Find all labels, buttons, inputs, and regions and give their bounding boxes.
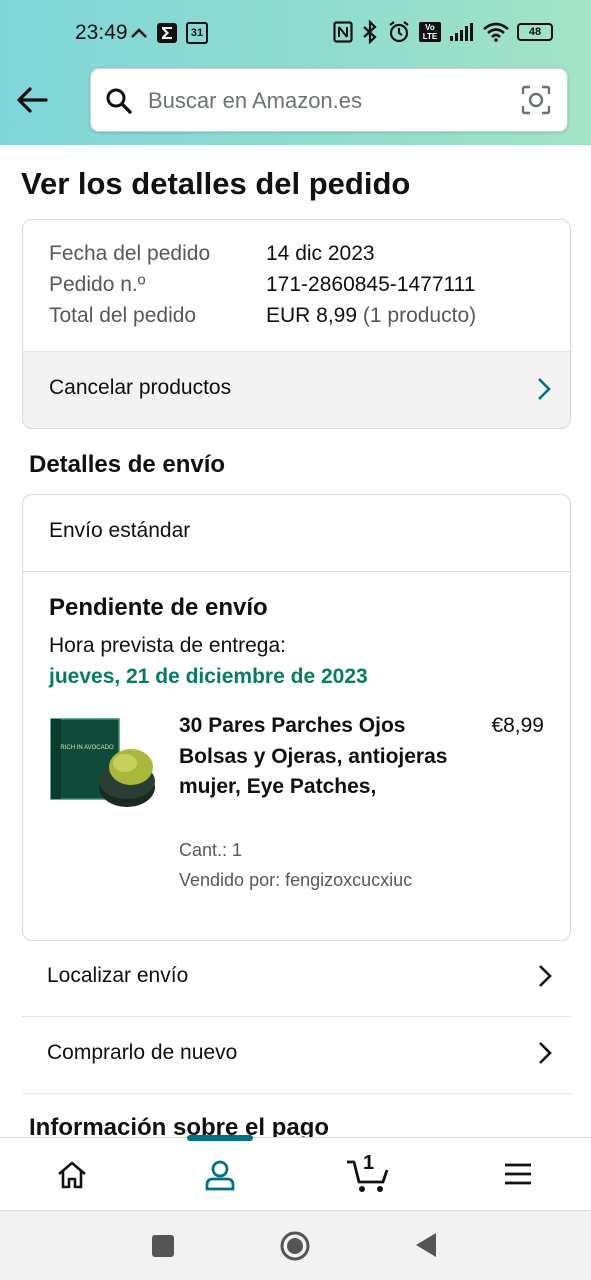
order-number-label: Pedido n.º bbox=[49, 273, 146, 296]
order-number-value: 171-2860845-1477111 bbox=[266, 273, 476, 296]
delivery-estimate-label: Hora prevista de entrega: bbox=[49, 634, 286, 657]
system-navigation-bar bbox=[0, 1210, 591, 1280]
divider bbox=[23, 571, 570, 572]
cart-count-badge: 1 bbox=[363, 1152, 375, 1174]
product-price: €8,99 bbox=[491, 714, 544, 737]
order-date-label: Fecha del pedido bbox=[49, 242, 211, 265]
buy-again-label: Comprarlo de nuevo bbox=[47, 1041, 238, 1064]
home-icon bbox=[58, 1161, 86, 1189]
thumbnail-text: RICH IN AVOCADO bbox=[60, 745, 114, 751]
calendar-icon: 31 bbox=[186, 22, 208, 44]
delivery-estimate-date: jueves, 21 de diciembre de 2023 bbox=[49, 665, 368, 688]
order-date-row: Fecha del pedido 14 dic 2023 bbox=[49, 242, 375, 266]
account-icon bbox=[205, 1160, 235, 1191]
search-bar[interactable]: Buscar en Amazon.es bbox=[90, 68, 568, 132]
tab-account[interactable] bbox=[175, 1138, 265, 1211]
order-total-label: Total del pedido bbox=[49, 304, 197, 327]
square-icon bbox=[152, 1235, 174, 1257]
chevron-right-icon bbox=[539, 965, 552, 987]
chevron-right-icon bbox=[538, 378, 551, 400]
order-summary-card: Fecha del pedido 14 dic 2023 Pedido n.º … bbox=[22, 219, 571, 429]
nfc-icon bbox=[333, 21, 353, 43]
chevron-right-icon bbox=[539, 1042, 552, 1064]
tab-menu[interactable] bbox=[473, 1138, 563, 1211]
track-package-button[interactable]: Localizar envío bbox=[22, 941, 571, 1017]
bluetooth-icon bbox=[363, 20, 377, 44]
shipment-status: Pendiente de envío bbox=[49, 594, 268, 621]
back-button[interactable] bbox=[14, 82, 54, 118]
back-system-button[interactable] bbox=[414, 1231, 438, 1264]
product-thumbnail[interactable]: RICH IN AVOCADO bbox=[49, 715, 157, 815]
status-time: 23:49 bbox=[75, 21, 128, 44]
triangle-back-icon bbox=[416, 1233, 436, 1257]
product-quantity: Cant.: 1 bbox=[179, 840, 243, 860]
signal-icon bbox=[450, 23, 473, 41]
page-title: Ver los detalles del pedido bbox=[21, 166, 411, 201]
camera-icon[interactable] bbox=[521, 85, 551, 115]
recents-button[interactable] bbox=[151, 1234, 175, 1263]
bottom-navigation: 1 bbox=[0, 1135, 591, 1211]
shipping-method: Envío estándar bbox=[49, 519, 191, 542]
volte-icon: Vo LTE bbox=[419, 22, 441, 42]
alarm-icon bbox=[389, 21, 409, 43]
buy-again-button[interactable]: Comprarlo de nuevo bbox=[22, 1018, 571, 1094]
order-total-row: Total del pedido EUR 8,99 (1 producto) bbox=[49, 304, 476, 328]
search-input[interactable]: Buscar en Amazon.es bbox=[148, 88, 362, 114]
order-date-value: 14 dic 2023 bbox=[266, 242, 375, 265]
product-name-link[interactable]: 30 Pares Parches Ojos Bolsas y Ojeras, a… bbox=[179, 711, 459, 803]
cancel-products-button[interactable]: Cancelar productos bbox=[23, 351, 570, 428]
shipment-card: Envío estándar Pendiente de envío Hora p… bbox=[22, 494, 571, 941]
wifi-icon bbox=[483, 22, 509, 42]
chevron-up-icon bbox=[131, 28, 147, 38]
tab-home[interactable] bbox=[26, 1138, 116, 1211]
status-bar: 23:49 31 Vo LTE 48 bbox=[0, 0, 591, 66]
product-seller: Vendido por: fengizoxcucxiuc bbox=[179, 870, 413, 890]
search-icon[interactable] bbox=[105, 87, 133, 115]
shipping-section-title: Detalles de envío bbox=[29, 451, 226, 478]
circle-icon bbox=[280, 1231, 310, 1261]
order-total-value: EUR 8,99 bbox=[266, 304, 358, 327]
track-package-label: Localizar envío bbox=[47, 964, 189, 987]
order-total-count: (1 producto) bbox=[362, 304, 477, 327]
back-arrow-icon bbox=[17, 87, 48, 113]
order-number-row: Pedido n.º 171-2860845-1477111 bbox=[49, 273, 475, 297]
cancel-products-label: Cancelar productos bbox=[49, 376, 232, 399]
home-system-button[interactable] bbox=[279, 1230, 311, 1267]
top-bar: 23:49 31 Vo LTE 48 Buscar en Amazon.es bbox=[0, 0, 591, 145]
menu-icon bbox=[505, 1163, 531, 1185]
battery-icon: 48 bbox=[517, 23, 553, 41]
sigma-icon bbox=[157, 23, 177, 43]
